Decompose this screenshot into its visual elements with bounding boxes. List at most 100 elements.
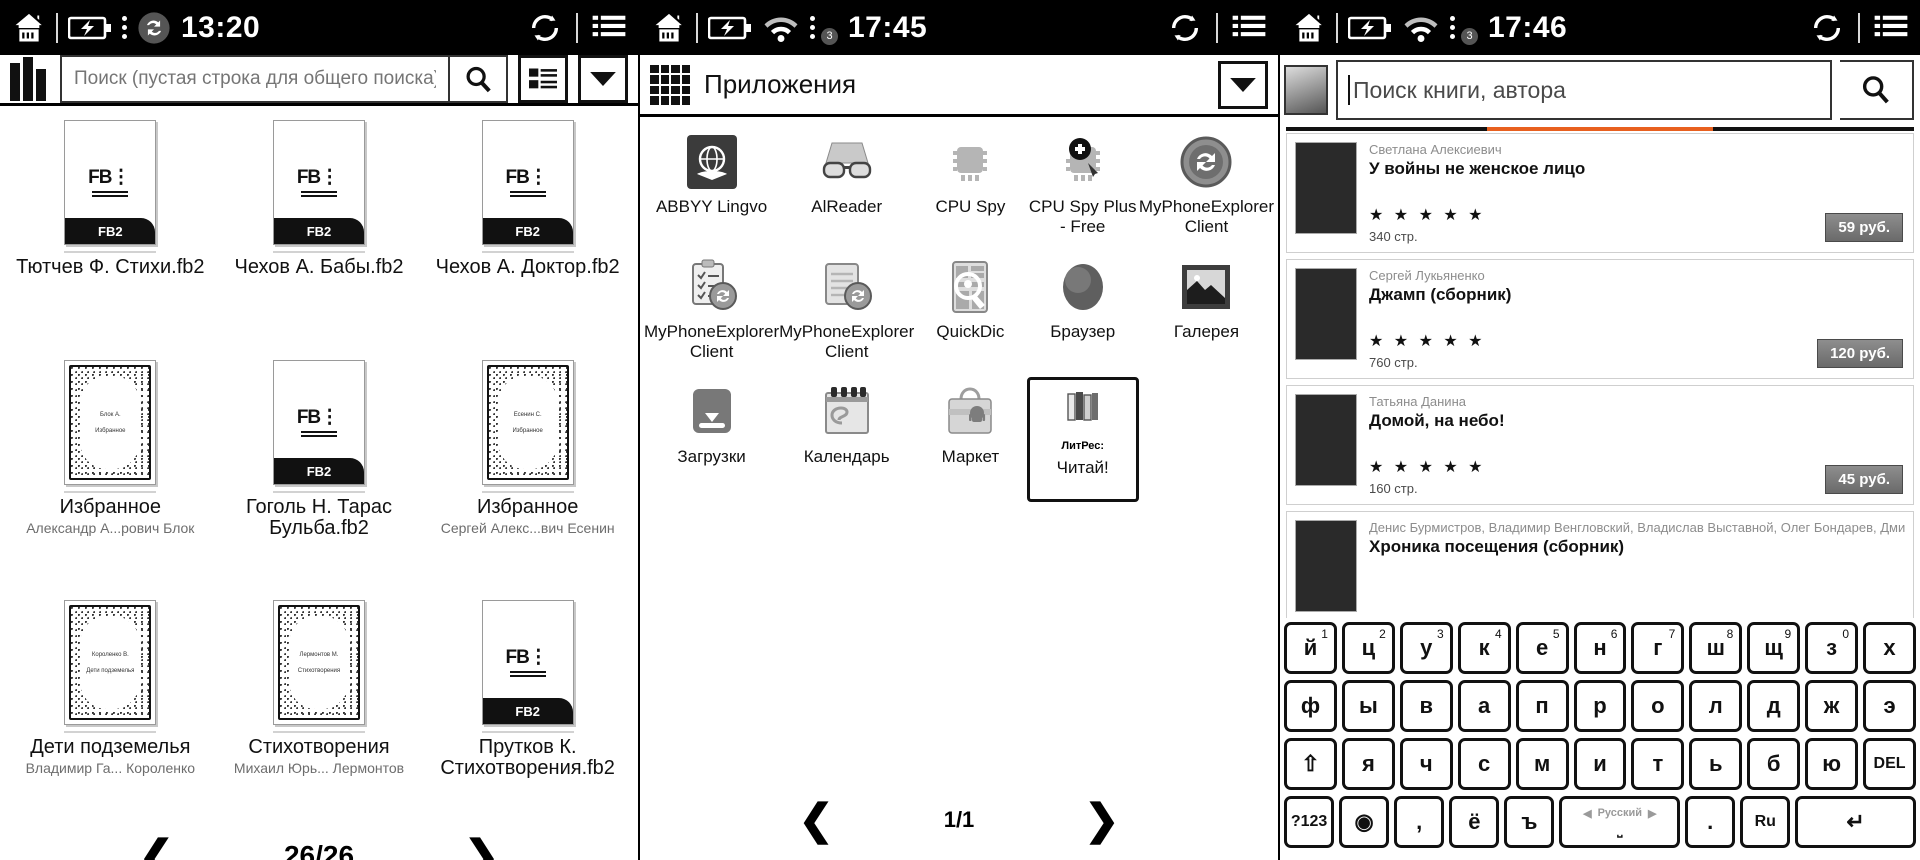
dropdown-button[interactable] [578, 55, 628, 103]
price-button[interactable]: 45 руб. [1825, 465, 1903, 494]
list-icon[interactable] [592, 13, 626, 43]
key-л[interactable]: л [1689, 680, 1743, 732]
book-cover[interactable]: FB⋮ FB2 [481, 120, 574, 245]
key-в[interactable]: в [1399, 680, 1453, 732]
key-а[interactable]: а [1457, 680, 1511, 732]
store-search-button[interactable] [1840, 60, 1914, 120]
book-item[interactable]: FB⋮ FB2 Гоголь Н. Тарас Бульба.fb2 [215, 360, 424, 600]
overflow-menu-icon[interactable] [122, 16, 127, 39]
book-item[interactable]: Лермонтов М. Стихотворения Стихотворения… [215, 600, 424, 840]
search-button[interactable] [448, 57, 506, 101]
key-п[interactable]: п [1515, 680, 1569, 732]
list-icon[interactable] [1232, 13, 1266, 43]
comma-key[interactable]: , [1394, 796, 1445, 848]
library-search[interactable] [60, 55, 508, 103]
home-icon[interactable] [12, 11, 46, 45]
prev-page-button[interactable]: ❮ [799, 799, 834, 841]
app-item[interactable]: CPU Spy [914, 127, 1026, 252]
book-cover[interactable]: Есенин С. Избранное [481, 360, 574, 485]
key-ю[interactable]: ю [1805, 738, 1859, 790]
app-item[interactable]: ABBYY Lingvo [644, 127, 779, 252]
key-и[interactable]: и [1573, 738, 1627, 790]
book-cover[interactable]: FB⋮ FB2 [272, 360, 365, 485]
book-cover[interactable]: FB⋮ FB2 [481, 600, 574, 725]
store-search-field[interactable]: Поиск книги, автора [1336, 60, 1832, 120]
app-item[interactable]: Загрузки [644, 377, 779, 502]
hard-sign-key[interactable]: ъ [1504, 796, 1555, 848]
book-item[interactable]: Блок А. Избранное Избранное Александр А..… [6, 360, 215, 600]
key-с[interactable]: с [1457, 738, 1511, 790]
app-item[interactable]: Браузер [1027, 252, 1139, 377]
period-key[interactable]: . [1685, 796, 1736, 848]
app-item[interactable]: AlReader [779, 127, 914, 252]
key-я[interactable]: я [1341, 738, 1395, 790]
book-cover[interactable]: Блок А. Избранное [64, 360, 157, 485]
app-item[interactable]: CPU Spy Plus - Free [1027, 127, 1139, 252]
key-д[interactable]: д [1747, 680, 1801, 732]
symbols-key[interactable]: ?123 [1284, 796, 1335, 848]
view-mode-button[interactable] [518, 55, 568, 103]
key-ш[interactable]: 8ш [1689, 622, 1743, 674]
refresh-icon[interactable] [1810, 11, 1844, 45]
key-у[interactable]: 3у [1399, 622, 1453, 674]
refresh-icon[interactable] [1168, 11, 1202, 45]
books-icon[interactable] [10, 57, 50, 101]
book-cover[interactable]: FB⋮ FB2 [64, 120, 157, 245]
key-т[interactable]: т [1631, 738, 1685, 790]
store-list-item[interactable]: Татьяна Данина Домой, на небо! ★ ★ ★ ★ ★… [1286, 385, 1914, 505]
key-р[interactable]: р [1573, 680, 1627, 732]
app-item[interactable]: Галерея [1139, 252, 1274, 377]
key-з[interactable]: 0з [1805, 622, 1859, 674]
book-item[interactable]: Есенин С. Избранное Избранное Сергей Алек… [423, 360, 632, 600]
space-key[interactable]: ◀ Русский ▶ ⎵ [1559, 796, 1681, 848]
gear-key-icon[interactable]: ◉ [1339, 796, 1390, 848]
refresh-icon[interactable] [528, 11, 562, 45]
yo-key[interactable]: ё [1449, 796, 1500, 848]
app-item[interactable]: MyPhoneExplorer Client [1139, 127, 1274, 252]
key-щ[interactable]: 9щ [1747, 622, 1801, 674]
key-о[interactable]: о [1631, 680, 1685, 732]
key-ч[interactable]: ч [1399, 738, 1453, 790]
shift-key[interactable]: ⇧ [1284, 738, 1337, 790]
book-item[interactable]: Короленко В. Дети подземелья Дети подзем… [6, 600, 215, 840]
key-к[interactable]: 4к [1457, 622, 1511, 674]
search-input[interactable] [62, 57, 448, 101]
key-ц[interactable]: 2ц [1341, 622, 1395, 674]
store-list-item[interactable]: Светлана Алексиевич У войны не женское л… [1286, 133, 1914, 253]
key-ж[interactable]: ж [1805, 680, 1859, 732]
app-item[interactable]: ЛитРес: Читай! [1026, 377, 1139, 502]
list-icon[interactable] [1874, 13, 1908, 43]
store-list-item[interactable]: Сергей Лукьяненко Джамп (сборник) ★ ★ ★ … [1286, 259, 1914, 379]
home-icon[interactable] [1292, 11, 1326, 45]
key-э[interactable]: э [1863, 680, 1916, 732]
prev-page-button[interactable]: ❮ [139, 835, 174, 860]
store-list-item[interactable]: Денис Бурмистров, Владимир Венгловский, … [1286, 511, 1914, 621]
book-item[interactable]: FB⋮ FB2 Прутков К. Стихотворения.fb2 [423, 600, 632, 840]
key-м[interactable]: м [1515, 738, 1569, 790]
next-page-button[interactable]: ❯ [464, 835, 499, 860]
next-page-button[interactable]: ❯ [1084, 799, 1119, 841]
key-е[interactable]: 5е [1515, 622, 1569, 674]
key-х[interactable]: х [1863, 622, 1916, 674]
language-key[interactable]: Ru [1740, 796, 1791, 848]
litres-app-icon[interactable] [1284, 65, 1328, 115]
key-ф[interactable]: ф [1284, 680, 1337, 732]
app-item[interactable]: MyPhoneExplorer Client [779, 252, 914, 377]
app-item[interactable]: Календарь [779, 377, 914, 502]
book-cover[interactable]: Короленко В. Дети подземелья [64, 600, 157, 725]
book-cover[interactable]: Лермонтов М. Стихотворения [272, 600, 365, 725]
key-й[interactable]: 1й [1284, 622, 1337, 674]
key-н[interactable]: 6н [1573, 622, 1627, 674]
key-б[interactable]: б [1747, 738, 1801, 790]
book-item[interactable]: FB⋮ FB2 Тютчев Ф. Стихи.fb2 [6, 120, 215, 360]
price-button[interactable]: 59 руб. [1825, 213, 1903, 242]
book-item[interactable]: FB⋮ FB2 Чехов А. Бабы.fb2 [215, 120, 424, 360]
key-ь[interactable]: ь [1689, 738, 1743, 790]
key-г[interactable]: 7г [1631, 622, 1685, 674]
overflow-menu-icon[interactable] [810, 16, 815, 39]
book-cover[interactable]: FB⋮ FB2 [272, 120, 365, 245]
app-item[interactable]: QuickDic [914, 252, 1026, 377]
apps-dropdown-button[interactable] [1218, 60, 1268, 109]
overflow-menu-icon[interactable] [1450, 16, 1455, 39]
enter-key[interactable]: ↵ [1795, 796, 1916, 848]
